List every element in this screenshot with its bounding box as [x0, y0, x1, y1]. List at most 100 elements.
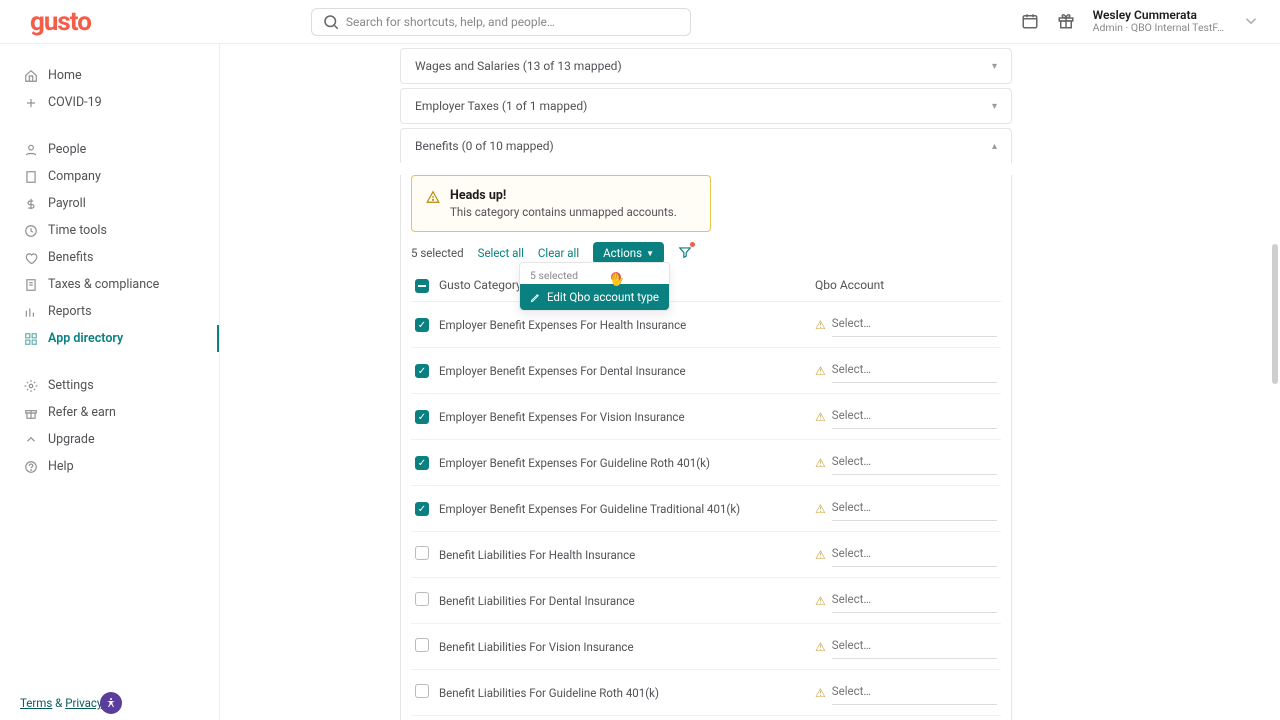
sidebar-item-covid-19[interactable]: COVID-19 [0, 89, 219, 116]
row-checkbox[interactable]: ✓ [415, 456, 429, 470]
row-category-label: Employer Benefit Expenses For Guideline … [435, 440, 811, 486]
accordion-taxes[interactable]: Employer Taxes (1 of 1 mapped) ▾ [400, 88, 1012, 124]
alert-title: Heads up! [450, 188, 677, 203]
qbo-account-select[interactable]: ⚠ [815, 450, 997, 475]
help-icon [24, 460, 38, 474]
terms-link[interactable]: Terms [20, 696, 52, 710]
gift-icon[interactable] [1057, 12, 1075, 30]
pencil-icon [530, 292, 541, 303]
qbo-account-select[interactable]: ⚠ [815, 680, 997, 705]
edit-qbo-account-type-item[interactable]: Edit Qbo account type [520, 284, 669, 310]
chevron-down-icon: ▾ [992, 61, 997, 72]
row-category-label: Benefit Liabilities For Vision Insurance [435, 624, 811, 670]
sidebar-item-company[interactable]: Company [0, 163, 219, 190]
qbo-account-input[interactable] [832, 450, 997, 475]
select-all-link[interactable]: Select all [478, 246, 524, 260]
sidebar-item-help[interactable]: Help [0, 453, 219, 480]
qbo-account-select[interactable]: ⚠ [815, 542, 997, 567]
alert-heads-up: Heads up! This category contains unmappe… [411, 175, 711, 232]
row-category-label: Benefit Liabilities For Dental Insurance [435, 578, 811, 624]
qbo-account-input[interactable] [832, 404, 997, 429]
sidebar-item-label: Benefits [48, 250, 93, 265]
qbo-account-input[interactable] [832, 588, 997, 613]
table-row: Benefit Liabilities For Vision Insurance… [411, 624, 1001, 670]
qbo-account-select[interactable]: ⚠ [815, 404, 997, 429]
search-input[interactable]: Search for shortcuts, help, and people… [311, 8, 691, 36]
sidebar-item-label: Refer & earn [48, 405, 116, 420]
select-all-checkbox[interactable] [415, 279, 429, 293]
row-checkbox[interactable]: ✓ [415, 410, 429, 424]
building-icon [24, 170, 38, 184]
heart-icon [24, 251, 38, 265]
row-checkbox[interactable]: ✓ [415, 502, 429, 516]
qbo-account-input[interactable] [832, 358, 997, 383]
scrollbar-thumb[interactable] [1272, 244, 1278, 384]
sidebar-item-upgrade[interactable]: Upgrade [0, 426, 219, 453]
row-checkbox[interactable] [415, 684, 429, 698]
sidebar-item-reports[interactable]: Reports [0, 298, 219, 325]
row-category-label: Employer Benefit Expenses For Dental Ins… [435, 348, 811, 394]
col-qbo-account: Qbo Account [811, 268, 1001, 302]
sidebar-item-benefits[interactable]: Benefits [0, 244, 219, 271]
qbo-account-select[interactable]: ⚠ [815, 312, 997, 337]
grid-icon [24, 332, 38, 346]
warning-icon: ⚠ [815, 456, 826, 470]
table-row: Benefit Liabilities For Health Insurance… [411, 532, 1001, 578]
qbo-account-select[interactable]: ⚠ [815, 358, 997, 383]
row-checkbox[interactable] [415, 592, 429, 606]
search-icon [322, 13, 340, 31]
row-checkbox[interactable]: ✓ [415, 364, 429, 378]
qbo-account-select[interactable]: ⚠ [815, 588, 997, 613]
calendar-icon[interactable] [1021, 12, 1039, 30]
actions-button[interactable]: Actions ▼ [593, 242, 664, 264]
qbo-account-input[interactable] [832, 634, 997, 659]
sidebar-item-label: App directory [48, 331, 123, 346]
qbo-account-select[interactable]: ⚠ [815, 634, 997, 659]
up-icon [24, 433, 38, 447]
warning-icon [426, 190, 440, 204]
row-checkbox[interactable]: ✓ [415, 318, 429, 332]
footer-links: Terms & Privacy [20, 696, 102, 710]
accordion-wages[interactable]: Wages and Salaries (13 of 13 mapped) ▾ [400, 48, 1012, 84]
qbo-account-select[interactable]: ⚠ [815, 496, 997, 521]
sidebar-item-label: Settings [48, 378, 94, 393]
qbo-account-input[interactable] [832, 496, 997, 521]
bulk-toolbar: 5 selected Select all Clear all Actions … [411, 242, 1001, 264]
qbo-account-input[interactable] [832, 312, 997, 337]
row-category-label: Employer Benefit Expenses For Vision Ins… [435, 394, 811, 440]
sidebar-item-time-tools[interactable]: Time tools [0, 217, 219, 244]
sidebar-item-settings[interactable]: Settings [0, 372, 219, 399]
qbo-account-input[interactable] [832, 542, 997, 567]
sidebar-item-refer-earn[interactable]: Refer & earn [0, 399, 219, 426]
sidebar-item-home[interactable]: Home [0, 62, 219, 89]
qbo-account-input[interactable] [832, 680, 997, 705]
plus-icon [24, 96, 38, 110]
accordion-benefits[interactable]: Benefits (0 of 10 mapped) ▴ [400, 128, 1012, 163]
user-name: Wesley Cummerata [1093, 8, 1224, 22]
table-row: ✓Employer Benefit Expenses For Guideline… [411, 486, 1001, 532]
table-row: Benefit Liabilities For Dental Insurance… [411, 578, 1001, 624]
filter-icon[interactable] [678, 245, 692, 262]
accessibility-button[interactable] [100, 692, 122, 714]
main-content: Wages and Salaries (13 of 13 mapped) ▾ E… [220, 44, 1280, 720]
sidebar-item-label: Home [48, 68, 82, 83]
caret-down-icon: ▼ [646, 249, 654, 258]
row-checkbox[interactable] [415, 638, 429, 652]
logo[interactable]: gusto [30, 7, 91, 37]
row-checkbox[interactable] [415, 546, 429, 560]
warning-icon: ⚠ [815, 640, 826, 654]
sidebar-item-app-directory[interactable]: App directory [0, 325, 219, 352]
sidebar-item-label: Taxes & compliance [48, 277, 159, 292]
sidebar-item-payroll[interactable]: Payroll [0, 190, 219, 217]
table-row: ✓ Employer Benefit Expenses For Dental In… [411, 348, 1001, 394]
user-menu[interactable]: Wesley Cummerata Admin · QBO Internal Te… [1093, 8, 1224, 35]
sidebar-item-people[interactable]: People [0, 136, 219, 163]
clock-icon [24, 224, 38, 238]
selected-count: 5 selected [411, 246, 464, 260]
sidebar: Home COVID-19 PeopleCompanyPayrollTime to… [0, 44, 220, 720]
sidebar-item-taxes-compliance[interactable]: Taxes & compliance [0, 271, 219, 298]
clear-all-link[interactable]: Clear all [538, 246, 579, 260]
chevron-down-icon[interactable] [1242, 12, 1260, 30]
table-row: ✓ Employer Benefit Expenses For Vision In… [411, 394, 1001, 440]
privacy-link[interactable]: Privacy [65, 696, 102, 710]
